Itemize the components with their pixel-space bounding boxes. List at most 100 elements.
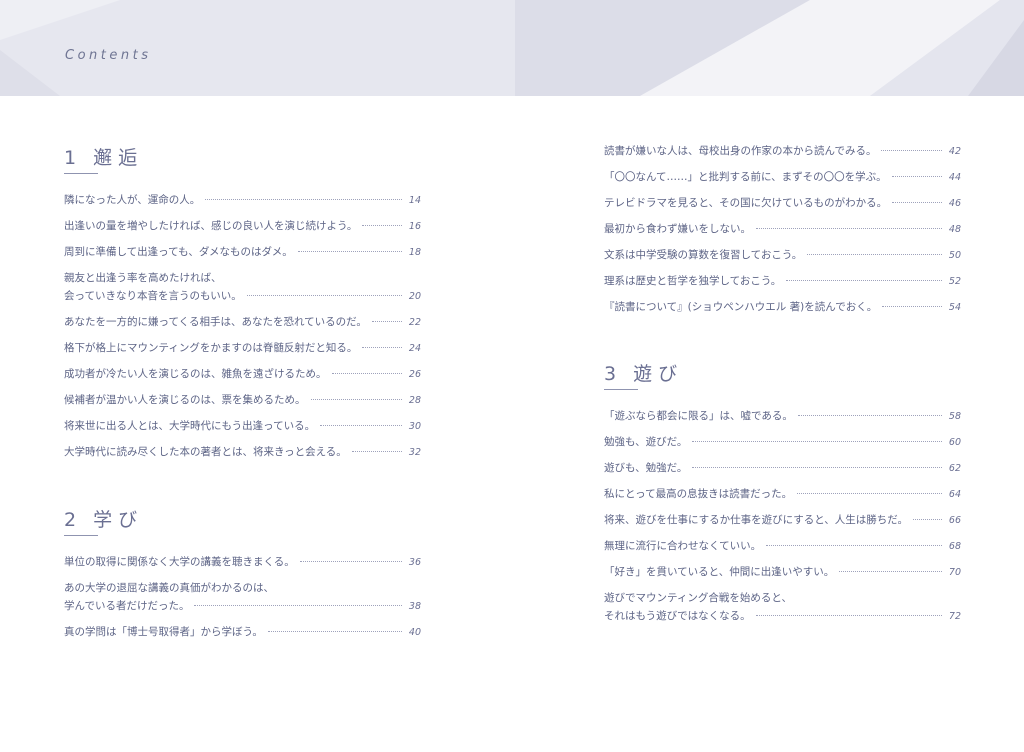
dot-leader bbox=[692, 441, 942, 442]
dot-leader bbox=[205, 199, 402, 200]
entry-text: 『読書について』(ショウペンハウエル 著)を読んでおく。 bbox=[604, 301, 878, 313]
toc-entry[interactable]: 『読書について』(ショウペンハウエル 著)を読んでおく。 54 bbox=[604, 299, 961, 316]
section-1-rule bbox=[64, 173, 98, 174]
entry-text: 「〇〇なんて……」と批判する前に、まずその〇〇を学ぶ。 bbox=[604, 171, 887, 183]
entry-text: あの大学の退屈な講義の真価がわかるのは、 bbox=[64, 582, 274, 594]
entry-text: 無理に流行に合わせなくていい。 bbox=[604, 540, 762, 552]
entry-text: 勉強も、遊びだ。 bbox=[604, 436, 688, 448]
toc-entry[interactable]: 「好き」を貫いていると、仲間に出逢いやすい。 70 bbox=[604, 564, 961, 581]
entry-text: あなたを一方的に嫌ってくる相手は、あなたを恐れているのだ。 bbox=[64, 316, 367, 328]
toc-entry[interactable]: 私にとって最高の息抜きは読書だった。 64 bbox=[604, 486, 961, 503]
page-number: 42 bbox=[948, 146, 961, 157]
toc-entry[interactable]: 遊びも、勉強だ。 62 bbox=[604, 460, 961, 477]
section-1-heading: 1 邂逅 bbox=[64, 143, 143, 170]
dot-leader bbox=[362, 347, 402, 348]
dot-leader bbox=[299, 561, 402, 562]
toc-entry[interactable]: 出逢いの量を増やしたければ、感じの良い人を演じ続けよう。 16 bbox=[64, 218, 421, 235]
entry-text: 学んでいる者だけだった。 bbox=[64, 600, 190, 612]
page-number: 66 bbox=[948, 515, 961, 526]
dot-leader bbox=[331, 373, 402, 374]
entry-text: 候補者が温かい人を演じるのは、票を集めるため。 bbox=[64, 394, 306, 406]
page-number: 22 bbox=[408, 317, 421, 328]
entry-text: 私にとって最高の息抜きは読書だった。 bbox=[604, 488, 793, 500]
section-3-number: 3 bbox=[604, 363, 618, 385]
toc-entry[interactable]: 候補者が温かい人を演じるのは、票を集めるため。 28 bbox=[64, 392, 421, 409]
page-number: 58 bbox=[948, 411, 961, 422]
dot-leader bbox=[766, 545, 942, 546]
page-number: 16 bbox=[408, 221, 421, 232]
toc-entry[interactable]: 隣になった人が、運命の人。 14 bbox=[64, 192, 421, 209]
page-number: 38 bbox=[408, 601, 421, 612]
page-number: 26 bbox=[408, 369, 421, 380]
toc-entry[interactable]: 「遊ぶなら都会に限る」は、嘘である。 58 bbox=[604, 408, 961, 425]
dot-leader bbox=[351, 451, 402, 452]
right-column: 読書が嫌いな人は、母校出身の作家の本から読んでみる。 42 「〇〇なんて……」と批… bbox=[604, 0, 961, 752]
toc-entry[interactable]: あの大学の退屈な講義の真価がわかるのは、 学んでいる者だけだった。 38 bbox=[64, 580, 421, 615]
toc-entry[interactable]: 遊びでマウンティング合戦を始めると、 それはもう遊びではなくなる。 72 bbox=[604, 590, 961, 625]
section-3-rule bbox=[604, 389, 638, 390]
toc-entry[interactable]: 単位の取得に関係なく大学の講義を聴きまくる。 36 bbox=[64, 554, 421, 571]
page-number: 52 bbox=[948, 276, 961, 287]
dot-leader bbox=[807, 254, 942, 255]
toc-entry[interactable]: あなたを一方的に嫌ってくる相手は、あなたを恐れているのだ。 22 bbox=[64, 314, 421, 331]
toc-entry[interactable]: 勉強も、遊びだ。 60 bbox=[604, 434, 961, 451]
toc-entry[interactable]: 周到に準備して出逢っても、ダメなものはダメ。 18 bbox=[64, 244, 421, 261]
page-number: 50 bbox=[948, 250, 961, 261]
dot-leader bbox=[891, 176, 942, 177]
section-2-rule bbox=[64, 535, 98, 536]
page-number: 48 bbox=[948, 224, 961, 235]
dot-leader bbox=[881, 150, 942, 151]
dot-leader bbox=[839, 571, 942, 572]
toc-entry[interactable]: 格下が格上にマウンティングをかますのは脊髄反射だと知る。 24 bbox=[64, 340, 421, 357]
toc-entry[interactable]: 将来世に出る人とは、大学時代にもう出逢っている。 30 bbox=[64, 418, 421, 435]
entry-text: 隣になった人が、運命の人。 bbox=[64, 194, 201, 206]
section-1-title: 邂逅 bbox=[93, 147, 144, 169]
dot-leader bbox=[786, 280, 942, 281]
entry-text: 将来世に出る人とは、大学時代にもう出逢っている。 bbox=[64, 420, 316, 432]
dot-leader bbox=[246, 295, 402, 296]
dot-leader bbox=[267, 631, 402, 632]
page-number: 30 bbox=[408, 421, 421, 432]
dot-leader bbox=[194, 605, 402, 606]
dot-leader bbox=[692, 467, 942, 468]
page-number: 44 bbox=[948, 172, 961, 183]
entry-text: 「遊ぶなら都会に限る」は、嘘である。 bbox=[604, 410, 793, 422]
entry-text: 親友と出逢う率を高めたければ、 bbox=[64, 272, 222, 284]
toc-entry[interactable]: 最初から食わず嫌いをしない。 48 bbox=[604, 221, 961, 238]
toc-entry[interactable]: 真の学問は「博士号取得者」から学ぼう。 40 bbox=[64, 624, 421, 641]
entry-text: 最初から食わず嫌いをしない。 bbox=[604, 223, 751, 235]
toc-entry[interactable]: 親友と出逢う率を高めたければ、会っていきなり本音を言うのもいい。 20 bbox=[64, 270, 421, 305]
entry-text: 真の学問は「博士号取得者」から学ぼう。 bbox=[64, 626, 263, 638]
toc-entry[interactable]: 無理に流行に合わせなくていい。 68 bbox=[604, 538, 961, 555]
section-2-title: 学び bbox=[93, 509, 144, 531]
entry-text: テレビドラマを見ると、その国に欠けているものがわかる。 bbox=[604, 197, 888, 209]
page-number: 60 bbox=[948, 437, 961, 448]
dot-leader bbox=[756, 228, 942, 229]
toc-entry[interactable]: 「〇〇なんて……」と批判する前に、まずその〇〇を学ぶ。 44 bbox=[604, 169, 961, 186]
entry-text: それはもう遊びではなくなる。 bbox=[604, 610, 751, 622]
entry-text: 遊びでマウンティング合戦を始めると、 bbox=[604, 592, 792, 604]
section-2-heading: 2 学び bbox=[64, 505, 143, 532]
section-3-title: 遊び bbox=[633, 363, 684, 385]
entry-text: 文系は中学受験の算数を復習しておこう。 bbox=[604, 249, 803, 261]
dot-leader bbox=[892, 202, 942, 203]
toc-entry[interactable]: 理系は歴史と哲学を独学しておこう。 52 bbox=[604, 273, 961, 290]
page-number: 46 bbox=[948, 198, 961, 209]
left-column: 1 邂逅 隣になった人が、運命の人。 14 出逢いの量を増やしたければ、感じの良い人… bbox=[64, 0, 421, 752]
toc-entry[interactable]: 文系は中学受験の算数を復習しておこう。 50 bbox=[604, 247, 961, 264]
toc-entry[interactable]: 読書が嫌いな人は、母校出身の作家の本から読んでみる。 42 bbox=[604, 143, 961, 160]
dot-leader bbox=[882, 306, 942, 307]
section-3-heading: 3 遊び bbox=[604, 359, 683, 386]
toc-entry[interactable]: 大学時代に読み尽くした本の著者とは、将来きっと会える。 32 bbox=[64, 444, 421, 461]
entry-text: 単位の取得に関係なく大学の講義を聴きまくる。 bbox=[64, 556, 295, 568]
page-number: 64 bbox=[948, 489, 961, 500]
toc-entry[interactable]: 将来、遊びを仕事にするか仕事を遊びにすると、人生は勝ちだ。 66 bbox=[604, 512, 961, 529]
toc-entry[interactable]: 成功者が冷たい人を演じるのは、雑魚を遠ざけるため。 26 bbox=[64, 366, 421, 383]
dot-leader bbox=[371, 321, 402, 322]
entry-text: 理系は歴史と哲学を独学しておこう。 bbox=[604, 275, 782, 287]
dot-leader bbox=[797, 415, 942, 416]
toc-entry[interactable]: テレビドラマを見ると、その国に欠けているものがわかる。 46 bbox=[604, 195, 961, 212]
entry-text: 会っていきなり本音を言うのもいい。 bbox=[64, 290, 242, 302]
page-number: 40 bbox=[408, 627, 421, 638]
page-number: 20 bbox=[408, 291, 421, 302]
